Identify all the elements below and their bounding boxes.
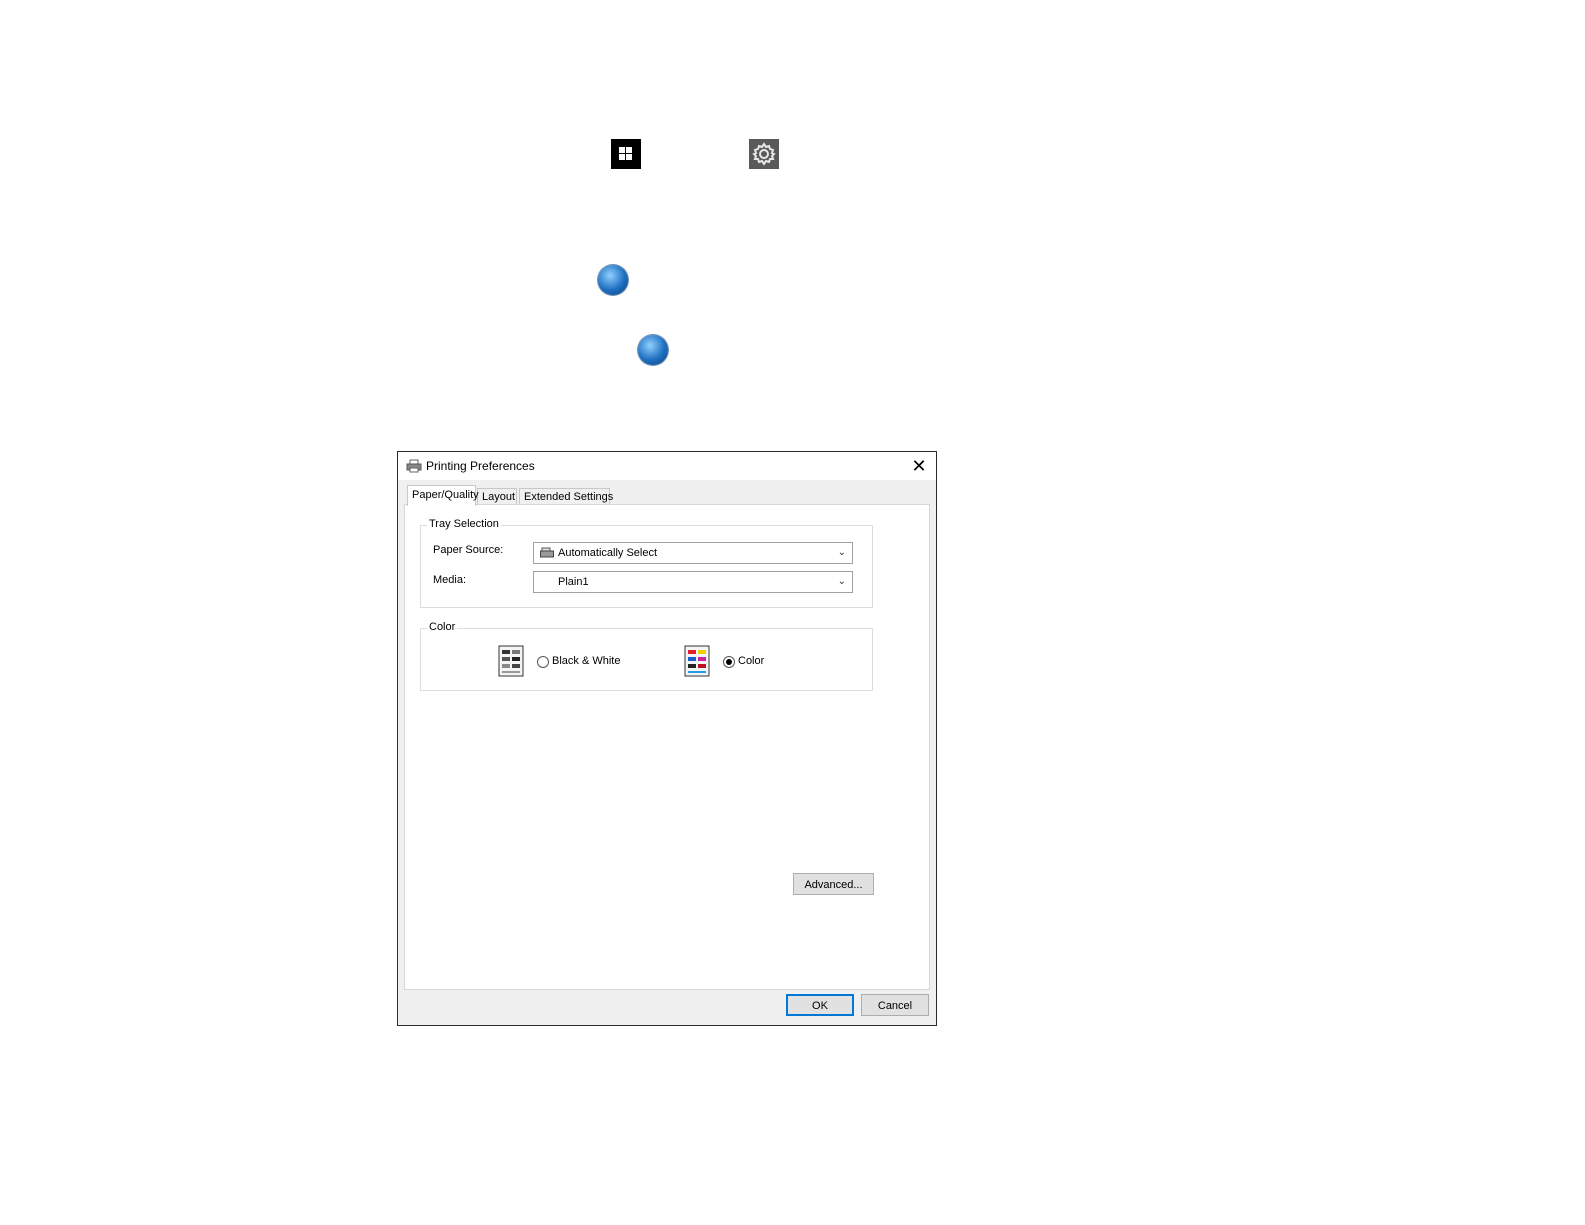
radio-selected-dot <box>726 659 732 665</box>
chevron-down-icon: ⌄ <box>837 576 846 587</box>
advanced-button[interactable]: Advanced... <box>793 873 874 895</box>
color-legend: Color <box>427 621 458 633</box>
paper-source-value: Automatically Select <box>558 547 658 559</box>
black-white-label[interactable]: Black & White <box>552 655 620 667</box>
color-document-icon <box>684 645 710 677</box>
color-option-label[interactable]: Color <box>738 655 764 667</box>
printing-preferences-dialog: Printing Preferences ✕ Paper/Quality Lay… <box>397 451 937 1026</box>
chevron-down-icon: ⌄ <box>837 547 846 558</box>
tab-layout[interactable]: Layout <box>477 488 517 505</box>
media-label: Media: <box>433 574 467 586</box>
color-radio[interactable] <box>723 656 735 668</box>
printer-tray-icon <box>540 547 554 558</box>
tab-extended-settings[interactable]: Extended Settings <box>519 488 613 505</box>
cancel-button[interactable]: Cancel <box>861 994 929 1016</box>
title-bar: Printing Preferences ✕ <box>398 452 936 480</box>
close-icon: ✕ <box>911 456 927 476</box>
windows7-start-orb-icon <box>638 335 668 365</box>
tray-selection-legend: Tray Selection <box>427 518 501 530</box>
ok-button[interactable]: OK <box>786 994 854 1016</box>
media-select[interactable]: Plain1 ⌄ <box>533 571 853 593</box>
printer-icon <box>406 459 422 473</box>
tab-paper-quality[interactable]: Paper/Quality <box>407 485 479 506</box>
tab-panel: Tray Selection Paper Source: Automatical… <box>404 504 930 990</box>
windows-start-icon <box>611 139 641 169</box>
tray-selection-group: Tray Selection Paper Source: Automatical… <box>420 518 873 608</box>
black-white-radio[interactable] <box>537 656 549 668</box>
paper-source-label: Paper Source: <box>433 544 504 556</box>
windows7-start-orb-icon <box>598 265 628 295</box>
paper-source-select[interactable]: Automatically Select ⌄ <box>533 542 853 564</box>
close-button[interactable]: ✕ <box>908 455 930 477</box>
black-white-document-icon <box>498 645 524 677</box>
media-value: Plain1 <box>558 576 589 588</box>
color-group: Color Black & White Color <box>420 621 873 691</box>
settings-gear-icon <box>749 139 779 169</box>
dialog-title: Printing Preferences <box>426 459 535 473</box>
